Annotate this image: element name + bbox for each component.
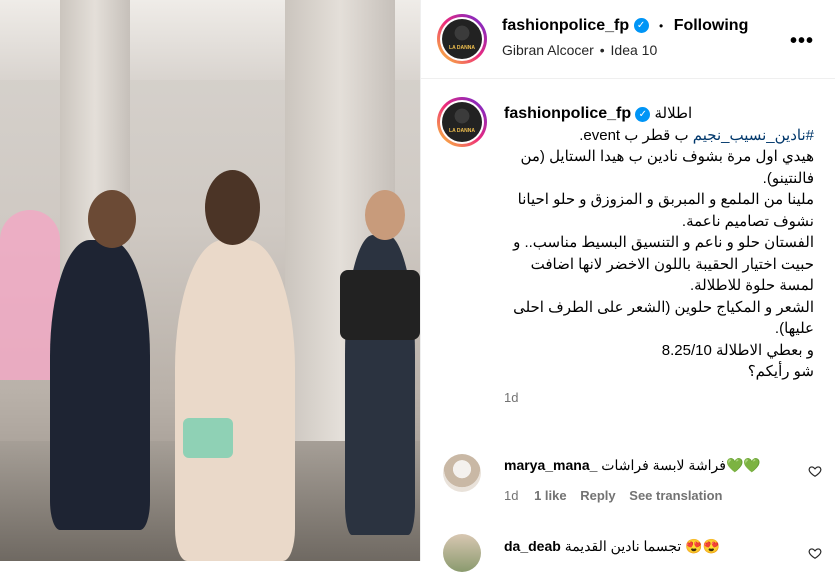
caption-lead: اطلالة (654, 105, 693, 122)
avatar-text: LA DANNA (449, 128, 475, 134)
header-separator: • (659, 19, 664, 33)
header-username[interactable]: fashionpolice_fp (502, 17, 629, 34)
commenter-avatar[interactable] (443, 534, 481, 572)
caption-first-line: fashionpolice_fp ✓ اطلالة (504, 103, 814, 125)
caption-line: الفستان حلو و ناعم و التنسيق البسيط مناس… (513, 234, 814, 294)
like-heart-icon[interactable] (808, 464, 822, 478)
comment-item: marya_mana_ فراشة لابسة فراشات💚💚 1d 1 li… (421, 450, 835, 520)
media-green-bag (183, 418, 233, 458)
comment-time: 1d (504, 488, 519, 503)
caption-avatar[interactable]: LA DANNA (437, 97, 487, 147)
more-options-icon[interactable]: ••• (790, 30, 814, 53)
post-media[interactable] (0, 0, 420, 561)
media-person (50, 240, 150, 530)
see-translation-button[interactable]: See translation (629, 488, 722, 503)
comment-likes[interactable]: 1 like (534, 488, 567, 503)
comment-text: فراشة لابسة فراشات💚💚 (601, 457, 761, 473)
comment-username[interactable]: marya_mana_ (504, 457, 597, 473)
audio-separator: • (599, 42, 605, 58)
caption-hashtag[interactable]: #نادين_نسيب_نجيم (693, 127, 814, 144)
comment-meta: 1d 1 like Reply See translation (504, 488, 722, 503)
media-person (175, 240, 295, 561)
verified-icon: ✓ (635, 106, 651, 122)
post-panel: LA DANNA fashionpolice_fp ✓ • Following … (420, 0, 835, 572)
caption-line: الشعر و المكياج حلوين (الشعر على الطرف ا… (513, 298, 814, 338)
reply-button[interactable]: Reply (580, 488, 615, 503)
caption-line: ملينا من الملمع و المبربق و المزوزق و حل… (517, 191, 814, 230)
following-button[interactable]: Following (674, 17, 749, 34)
like-heart-icon[interactable] (808, 546, 822, 560)
avatar-text: LA DANNA (449, 45, 475, 51)
post-time: 1d (504, 389, 519, 405)
caption-line: #نادين_نسيب_نجيم ب قطر ب event. (504, 125, 814, 147)
audio-row[interactable]: Gibran Alcocer • Idea 10 (502, 42, 657, 58)
caption-username[interactable]: fashionpolice_fp (504, 105, 631, 122)
comment-body: da_deab تجسما نادين القديمة 😍😍 (504, 538, 720, 555)
header-title-row: fashionpolice_fp ✓ • Following (502, 17, 748, 35)
comment-body: marya_mana_ فراشة لابسة فراشات💚💚 (504, 457, 761, 474)
caption-line1-rest: ب قطر ب event. (579, 126, 693, 144)
author-avatar[interactable]: LA DANNA (437, 14, 487, 64)
media-camera (340, 270, 420, 340)
commenter-avatar[interactable] (443, 454, 481, 492)
post-header: LA DANNA fashionpolice_fp ✓ • Following … (421, 0, 835, 79)
caption-line: شو رأيكم؟ (747, 363, 814, 380)
caption-line: هيدي اول مرة بشوف نادين ب هيدا الستايل (… (520, 148, 814, 187)
comment-text: تجسما نادين القديمة 😍😍 (564, 538, 721, 554)
caption-line: و بعطي الاطلالة 8.25/10 (661, 341, 814, 359)
comment-item: da_deab تجسما نادين القديمة 😍😍 (421, 534, 835, 572)
post-caption: fashionpolice_fp ✓ اطلالة #نادين_نسيب_نج… (504, 103, 814, 408)
comment-username[interactable]: da_deab (504, 538, 561, 554)
media-person-head (365, 190, 405, 240)
audio-artist: Gibran Alcocer (502, 42, 594, 58)
verified-icon: ✓ (633, 18, 649, 34)
media-person-head (88, 190, 136, 248)
audio-track: Idea 10 (610, 42, 658, 58)
media-person-head (205, 170, 260, 245)
